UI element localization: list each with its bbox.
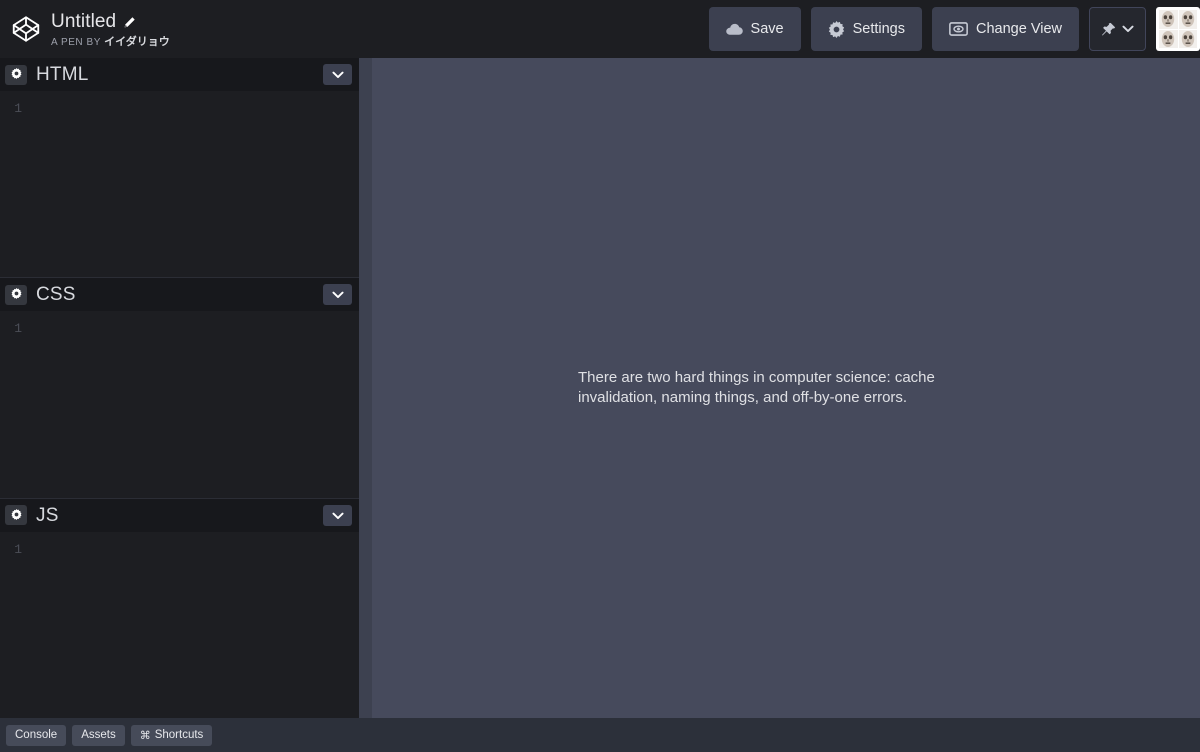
save-button[interactable]: Save [708,7,801,51]
pen-byline: A PEN BY イイダリョウ [51,36,170,48]
html-code-editor[interactable]: 1 [0,91,359,278]
js-settings-button[interactable] [5,505,27,526]
chevron-down-icon [331,67,344,82]
change-view-button-label: Change View [976,21,1062,37]
gear-icon [11,287,22,302]
assets-button[interactable]: Assets [72,724,125,746]
editor-label-html: HTML [36,64,89,85]
editor-header-html: HTML [0,58,359,91]
avatar-tile [1159,10,1178,29]
settings-button[interactable]: Settings [810,7,922,51]
html-line-gutter: 1 [0,91,33,277]
editor-header-css: CSS [0,278,359,312]
html-code-content [33,91,359,277]
js-code-editor[interactable]: 1 [0,531,359,718]
css-code-editor[interactable]: 1 [0,311,359,498]
byline-prefix: A PEN BY [51,36,101,48]
gear-icon [11,508,22,523]
line-number: 1 [14,101,22,116]
codepen-logo-icon[interactable] [8,10,44,48]
line-number: 1 [14,321,22,337]
css-code-content [33,311,359,497]
shortcuts-button[interactable]: ⌘ Shortcuts [130,724,213,746]
css-settings-button[interactable] [5,284,27,305]
bottom-status-bar: Console Assets ⌘ Shortcuts [0,718,1200,752]
line-number: 1 [14,541,22,557]
avatar[interactable] [1156,7,1200,51]
change-view-button[interactable]: Change View [932,7,1079,51]
preview-pane[interactable]: There are two hard things in computer sc… [372,58,1200,718]
gear-icon [11,67,22,82]
preview-body-text: There are two hard things in computer sc… [578,369,935,406]
editor-label-js: JS [36,504,59,526]
chevron-down-icon [1122,25,1134,33]
workspace: HTML 1 CSS 1 JS 1 There are two hard thi… [0,58,1200,718]
pushpin-icon [1101,22,1116,37]
avatar-tile [1178,10,1197,29]
html-collapse-button[interactable] [323,64,352,85]
js-collapse-button[interactable] [323,504,352,526]
settings-button-label: Settings [852,21,905,37]
console-button[interactable]: Console [6,724,67,746]
header-actions: Save Settings Change View [708,0,1200,58]
top-header-bar: Untitled A PEN BY イイダリョウ Save Settings C… [0,0,1200,58]
js-line-gutter: 1 [0,532,33,718]
codepen-editor-app: Untitled A PEN BY イイダリョウ Save Settings C… [0,0,1200,752]
pen-author[interactable]: イイダリョウ [104,36,170,48]
console-button-label: Console [15,729,58,741]
editor-box-js: JS 1 [0,497,359,718]
css-collapse-button[interactable] [323,284,352,306]
gear-icon [828,20,845,38]
chevron-down-icon [331,508,344,523]
preview-document: There are two hard things in computer sc… [372,58,1200,718]
avatar-tile [1178,29,1197,48]
screen-icon [949,22,968,36]
pen-title-row: Untitled [51,11,170,33]
editor-box-css: CSS 1 [0,277,359,498]
editor-box-html: HTML 1 [0,58,359,278]
chevron-down-icon [331,287,344,302]
css-line-gutter: 1 [0,311,33,497]
assets-button-label: Assets [81,729,116,741]
save-button-label: Save [750,21,784,37]
shortcuts-button-label: Shortcuts [154,729,204,741]
editor-column: HTML 1 CSS 1 JS 1 [0,58,359,718]
editor-header-js: JS [0,498,359,532]
pin-dropdown-button[interactable] [1089,7,1146,51]
html-settings-button[interactable] [5,64,27,85]
pencil-icon[interactable] [123,16,136,29]
cloud-icon [725,23,743,36]
command-icon: ⌘ [139,729,151,742]
panel-resize-handle[interactable] [359,58,372,718]
editor-label-css: CSS [36,284,76,306]
pen-meta: Untitled A PEN BY イイダリョウ [51,11,170,48]
page-title: Untitled [51,10,117,32]
avatar-tile [1159,29,1178,48]
js-code-content [33,532,359,718]
